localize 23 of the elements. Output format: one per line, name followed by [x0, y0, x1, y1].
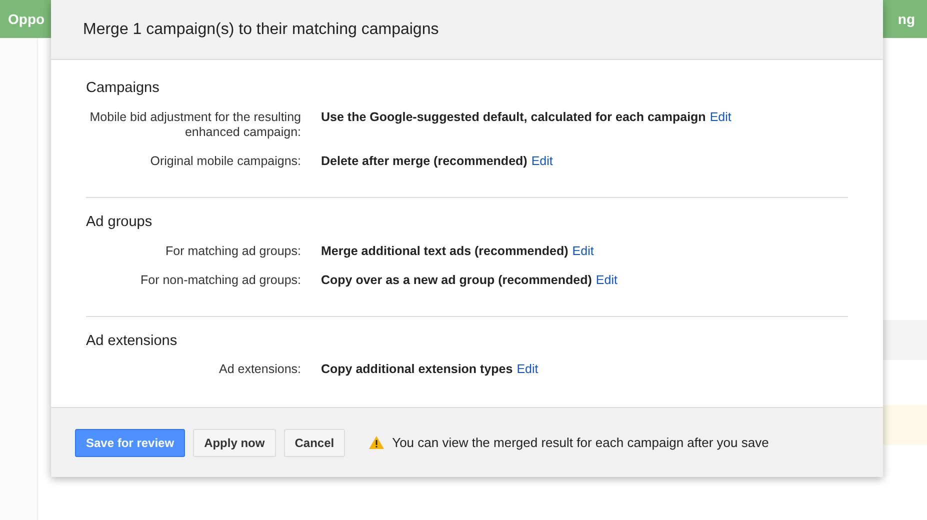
edit-link[interactable]: Edit	[516, 362, 538, 378]
dialog-button[interactable]: Apply now	[193, 428, 276, 456]
edit-link[interactable]: Edit	[531, 154, 553, 169]
notice-text: You can view the merged result for each campaign after you save	[392, 434, 769, 452]
edit-link[interactable]: Edit	[710, 110, 732, 125]
dialog-button[interactable]: Cancel	[284, 428, 346, 456]
field-value: Merge additional text ads (recommended)	[321, 244, 568, 258]
field-label: For non-matching ad groups:	[140, 272, 301, 288]
field-value: Delete after merge (recommended)	[321, 154, 528, 169]
field-label: Original mobile campaigns:	[150, 154, 301, 169]
field-label: Ad extensions:	[219, 362, 301, 378]
edit-link[interactable]: Edit	[572, 244, 594, 258]
edit-link[interactable]: Edit	[596, 272, 618, 288]
field-value: Copy additional extension types	[321, 362, 513, 378]
section-heading: Ad groups	[86, 212, 154, 232]
field-label: Mobile bid adjustment for the resulting enhanced campaign:	[88, 110, 301, 140]
warning-icon	[369, 436, 384, 449]
dialog-title: Merge 1 campaign(s) to their matching campaigns	[83, 20, 439, 40]
field-value: Use the Google-suggested default, calculated for each campaign	[321, 110, 706, 125]
field-label: For matching ad groups:	[166, 244, 301, 258]
section-heading: Ad extensions	[86, 332, 178, 350]
field-value: Copy over as a new ad group (recommended)	[321, 272, 592, 288]
section-heading: Campaigns	[86, 79, 160, 98]
